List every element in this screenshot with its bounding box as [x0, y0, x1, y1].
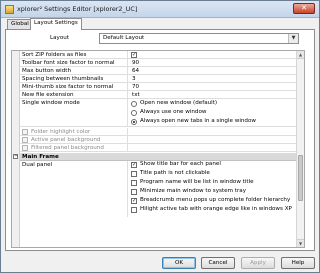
section-main-frame-label: Main Frame	[22, 154, 59, 160]
toolbar-font-field[interactable]: 90	[127, 59, 139, 66]
mini-thumb-size-value: 70	[132, 84, 140, 90]
folder-highlight-color-label: Folder highlight color	[31, 129, 91, 135]
radio-open-new-window-label: Open new window (default)	[140, 100, 218, 106]
title-bar: xplorer² Settings Editor [xplorer2_UC] ✕	[1, 1, 319, 18]
row-new-file-ext: New file extension txt	[20, 91, 298, 99]
window-title: xplorer² Settings Editor [xplorer2_UC]	[17, 5, 138, 13]
layout-selector-row: Layout Default Layout ▼	[6, 33, 314, 45]
folder-highlight-color-checkbox[interactable]	[22, 129, 28, 135]
row-filtered-panel-background: Filtered panel background	[20, 144, 298, 152]
dual-panel-options: Show title bar for each panel Title path…	[127, 161, 292, 217]
minimize-to-tray-checkbox[interactable]	[131, 189, 137, 195]
sort-zip-label: Sort ZIP folders as files	[22, 52, 87, 58]
radio-always-use-one-window[interactable]	[131, 110, 137, 116]
minimize-to-tray-label: Minimize main window to system tray	[140, 188, 247, 194]
layout-select-value: Default Layout	[103, 35, 145, 41]
filtered-panel-background-value	[127, 144, 131, 151]
max-button-width-value: 64	[132, 68, 140, 74]
row-toolbar-font: Toolbar font size factor to normal 90	[20, 59, 298, 67]
row-single-window-mode: Single window mode Open new window (defa…	[20, 99, 298, 127]
grid-gutter	[12, 51, 20, 247]
tab-layout-settings[interactable]: Layout Settings	[30, 18, 82, 30]
radio-always-open-new-tabs[interactable]	[131, 119, 137, 125]
sort-zip-value	[127, 51, 137, 58]
layout-select[interactable]: Default Layout ▼	[99, 33, 299, 44]
row-folder-highlight-color: Folder highlight color	[20, 128, 298, 136]
title-path-not-clickable-checkbox[interactable]	[131, 171, 137, 177]
show-title-bar-checkbox[interactable]	[131, 162, 137, 168]
new-file-ext-label: New file extension	[22, 92, 74, 98]
max-button-width-label: Max button width	[22, 68, 71, 74]
breadcrumb-menu-checkbox[interactable]	[131, 198, 137, 204]
settings-editor-window: xplorer² Settings Editor [xplorer2_UC] ✕…	[0, 0, 320, 273]
new-file-ext-value: txt	[132, 92, 140, 98]
apply-button[interactable]: Apply	[241, 257, 275, 269]
mini-thumb-size-label: Mini-thumb size factor to normal	[22, 84, 114, 90]
scroll-down-icon[interactable]: ▼	[297, 239, 304, 247]
close-button[interactable]: ✕	[293, 3, 315, 14]
hilight-active-tab-checkbox[interactable]	[131, 207, 137, 213]
hilight-active-tab-label: Hilight active tab with orange edge like…	[140, 206, 292, 212]
show-title-bar-label: Show title bar for each panel	[140, 161, 221, 167]
new-file-ext-field[interactable]: txt	[127, 91, 140, 98]
radio-always-open-new-tabs-label: Always open new tabs in a single window	[140, 118, 256, 124]
collapse-icon[interactable]: −	[13, 154, 18, 159]
filtered-panel-background-label: Filtered panel background	[31, 145, 104, 151]
row-sort-zip: Sort ZIP folders as files	[20, 51, 298, 59]
spacing-thumbnails-field[interactable]: 3	[127, 75, 136, 82]
title-path-not-clickable-label: Title path is not clickable	[140, 170, 210, 176]
app-icon	[5, 5, 14, 14]
vertical-scrollbar[interactable]: ▲ ▼	[296, 51, 304, 247]
section-main-frame[interactable]: − Main Frame	[13, 153, 298, 161]
row-mini-thumb-size: Mini-thumb size factor to normal 70	[20, 83, 298, 91]
single-window-mode-options: Open new window (default) Always use one…	[127, 99, 256, 126]
scroll-up-icon[interactable]: ▲	[297, 51, 304, 59]
single-window-mode-label: Single window mode	[22, 100, 80, 106]
filtered-panel-background-checkbox[interactable]	[22, 145, 28, 151]
dual-panel-label: Dual panel	[22, 162, 53, 168]
settings-grid: Sort ZIP folders as files Toolbar font s…	[11, 50, 305, 248]
row-spacing-thumbnails: Spacing between thumbnails 3	[20, 75, 298, 83]
spacing-thumbnails-value: 3	[132, 76, 136, 82]
active-panel-background-value	[127, 136, 131, 143]
layout-label: Layout	[50, 35, 70, 41]
row-active-panel-background: Active panel background	[20, 136, 298, 144]
chevron-down-icon: ▼	[288, 34, 298, 43]
toolbar-font-label: Toolbar font size factor to normal	[22, 60, 115, 66]
toolbar-font-value: 90	[132, 60, 140, 66]
active-panel-background-checkbox[interactable]	[22, 137, 28, 143]
program-name-in-title-label: Program name will be list in window titl…	[140, 179, 254, 185]
max-button-width-field[interactable]: 64	[127, 67, 139, 74]
radio-always-use-one-window-label: Always use one window	[140, 109, 207, 115]
mini-thumb-size-field[interactable]: 70	[127, 83, 139, 90]
cancel-button[interactable]: Cancel	[201, 257, 235, 269]
spacing-thumbnails-label: Spacing between thumbnails	[22, 76, 104, 82]
folder-highlight-color-value	[127, 128, 131, 135]
row-dual-panel: Dual panel Show title bar for each panel…	[20, 161, 298, 217]
sort-zip-checkbox[interactable]	[131, 52, 137, 58]
breadcrumb-menu-label: Breadcrumb menu pops up complete folder …	[140, 197, 291, 203]
help-button[interactable]: Help	[281, 257, 315, 269]
active-panel-background-label: Active panel background	[31, 137, 101, 143]
row-max-button-width: Max button width 64	[20, 67, 298, 75]
layout-settings-panel: Layout Default Layout ▼ Sort ZIP folders…	[5, 29, 315, 251]
radio-open-new-window[interactable]	[131, 101, 137, 107]
scroll-thumb[interactable]	[298, 155, 303, 201]
ok-button[interactable]: OK	[162, 257, 196, 269]
program-name-in-title-checkbox[interactable]	[131, 180, 137, 186]
